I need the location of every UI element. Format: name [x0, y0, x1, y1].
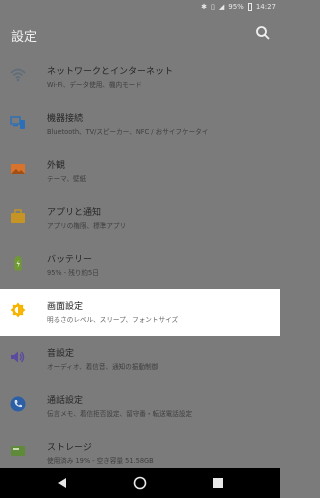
settings-item-call[interactable]: 通話設定 伝言メモ、着信拒否設定、留守番・転送電話設定: [0, 383, 280, 430]
brightness-icon: [10, 302, 26, 318]
item-subtitle: 使用済み 19% - 空き容量 51.58GB: [47, 457, 154, 465]
status-bar: ✱ ▯ ◢ 95% 14:27: [0, 0, 280, 14]
battery-percent: 95%: [228, 3, 244, 11]
appearance-icon: [11, 164, 25, 174]
item-title: 画面設定: [47, 302, 84, 312]
item-subtitle: 明るさのレベル、スリープ、フォントサイズ: [47, 316, 179, 324]
settings-item-device-connection[interactable]: 機器接続 Bluetooth、TV/スピーカー、NFC / おサイフケータイ: [0, 101, 280, 148]
settings-list: ネットワークとインターネット Wi-Fi、データ使用、機内モード 機器接続 Bl…: [0, 54, 280, 477]
page-title: 設定: [11, 30, 38, 45]
recents-icon[interactable]: [211, 476, 225, 490]
item-title: バッテリー: [47, 255, 93, 265]
item-subtitle: Wi-Fi、データ使用、機内モード: [47, 81, 142, 89]
wifi-icon: [10, 68, 26, 82]
item-subtitle: 伝言メモ、着信拒否設定、留守番・転送電話設定: [47, 410, 193, 418]
item-subtitle: Bluetooth、TV/スピーカー、NFC / おサイフケータイ: [47, 128, 209, 136]
bluetooth-icon: ✱: [201, 3, 207, 11]
item-title: アプリと通知: [47, 208, 102, 218]
item-title: 音設定: [47, 349, 75, 359]
apps-icon: [11, 209, 25, 223]
signal-icon: ◢: [218, 3, 225, 11]
search-button[interactable]: [254, 24, 272, 42]
settings-item-apps-notifications[interactable]: アプリと通知 アプリの権限、標準アプリ: [0, 195, 280, 242]
item-title: 通話設定: [47, 396, 84, 406]
clock: 14:27: [255, 3, 276, 11]
settings-item-display[interactable]: 画面設定 明るさのレベル、スリープ、フォントサイズ: [0, 289, 280, 336]
back-icon[interactable]: [55, 476, 69, 490]
item-title: ネットワークとインターネット: [47, 67, 174, 77]
battery-status-icon: [247, 3, 252, 11]
app-bar: 設定: [0, 14, 280, 54]
storage-icon: [11, 446, 25, 456]
item-subtitle: 95% - 残り約5日: [47, 269, 99, 277]
item-title: 外観: [47, 161, 66, 171]
item-title: ストレージ: [47, 443, 92, 453]
phone-icon: [10, 396, 26, 412]
battery-icon: [14, 256, 22, 271]
settings-item-sound[interactable]: 音設定 オーディオ、着信音、通知の振動制御: [0, 336, 280, 383]
devices-icon: [10, 116, 25, 129]
item-subtitle: オーディオ、着信音、通知の振動制御: [47, 363, 159, 371]
item-title: 機器接続: [47, 114, 84, 124]
volume-icon: [11, 351, 25, 363]
search-icon: [256, 26, 270, 40]
navigation-bar: [0, 468, 280, 498]
vibrate-icon: ▯: [211, 3, 215, 11]
home-icon[interactable]: [133, 476, 147, 490]
item-subtitle: テーマ、壁紙: [47, 175, 87, 183]
settings-item-appearance[interactable]: 外観 テーマ、壁紙: [0, 148, 280, 195]
settings-item-network[interactable]: ネットワークとインターネット Wi-Fi、データ使用、機内モード: [0, 54, 280, 101]
item-subtitle: アプリの権限、標準アプリ: [47, 222, 127, 230]
settings-item-battery[interactable]: バッテリー 95% - 残り約5日: [0, 242, 280, 289]
